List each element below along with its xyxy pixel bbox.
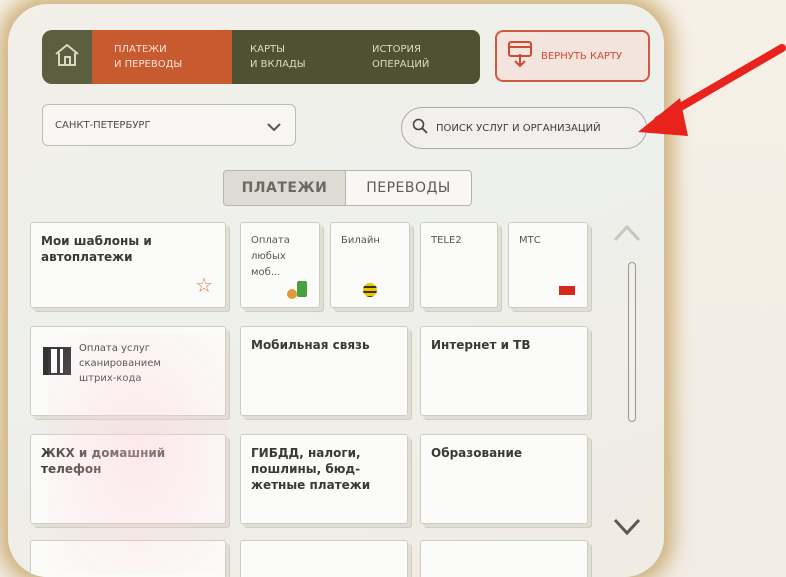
tile-housing-label: ЖКХ и домашний телефон <box>41 446 166 476</box>
tile-internet-tv[interactable]: Интернет и ТВ <box>420 326 588 416</box>
tab-history-line2: ОПЕРАЦИЙ <box>372 59 430 70</box>
tile-tele2[interactable]: TELE2 <box>420 222 498 308</box>
tile-pay-any-label: Оплата любых моб... <box>251 235 290 278</box>
phone-icon <box>297 281 307 297</box>
tab-cards[interactable]: КАРТЫ И ВКЛАДЫ <box>232 30 354 84</box>
search-input[interactable]: ПОИСК УСЛУГ И ОРГАНИЗАЦИЙ <box>401 107 647 149</box>
tile-mobile[interactable]: Мобильная связь <box>240 326 408 416</box>
tile-mts[interactable]: МТС <box>508 222 588 308</box>
tile-beeline[interactable]: Билайн <box>330 222 410 308</box>
screen-surface: ПЛАТЕЖИ И ПЕРЕВОДЫ КАРТЫ И ВКЛАДЫ ИСТОРИ… <box>8 4 664 577</box>
qr-code-icon <box>43 347 71 375</box>
tab-cards-line1: КАРТЫ <box>250 44 285 55</box>
tile-row4-1[interactable] <box>30 540 226 577</box>
tab-payments[interactable]: ПЛАТЕЖИ И ПЕРЕВОДЫ <box>92 30 232 84</box>
tile-education-label: Образование <box>431 446 523 460</box>
home-icon <box>54 43 80 71</box>
atm-photo-frame: ПЛАТЕЖИ И ПЕРЕВОДЫ КАРТЫ И ВКЛАДЫ ИСТОРИ… <box>0 0 786 577</box>
tile-qr-label: Оплата услуг сканированием штрих-кода <box>79 343 161 384</box>
scrollbar[interactable] <box>628 262 636 422</box>
tab-history-line1: ИСТОРИЯ <box>372 44 421 55</box>
tile-qr-pay[interactable]: Оплата услуг сканированием штрих-кода <box>30 326 226 416</box>
tile-beeline-label: Билайн <box>341 235 380 246</box>
tile-housing[interactable]: ЖКХ и домашний телефон <box>30 434 226 524</box>
tab-payments-line1: ПЛАТЕЖИ <box>114 44 167 55</box>
scroll-up-icon[interactable] <box>612 222 642 244</box>
tile-mts-label: МТС <box>519 235 541 246</box>
return-card-label: ВЕРНУТЬ КАРТУ <box>541 50 623 62</box>
card-return-icon <box>507 40 533 72</box>
city-value: САНКТ-ПЕТЕРБУРГ <box>55 119 151 131</box>
tile-row4-3[interactable] <box>420 540 588 577</box>
scroll-down-icon[interactable] <box>612 516 642 538</box>
tile-education[interactable]: Образование <box>420 434 588 524</box>
red-arrow-icon <box>638 44 786 136</box>
tile-pay-any-mobile[interactable]: Оплата любых моб... <box>240 222 320 308</box>
mts-logo-icon <box>559 286 575 295</box>
star-icon: ☆ <box>195 273 213 297</box>
search-placeholder: ПОИСК УСЛУГ И ОРГАНИЗАЦИЙ <box>436 122 601 134</box>
tile-internet-label: Интернет и ТВ <box>431 338 531 352</box>
tile-gibdd-label: ГИБДД, налоги, пошлины, бюд- жетные плат… <box>251 446 371 492</box>
return-card-button[interactable]: ВЕРНУТЬ КАРТУ <box>495 30 650 82</box>
top-nav: ПЛАТЕЖИ И ПЕРЕВОДЫ КАРТЫ И ВКЛАДЫ ИСТОРИ… <box>42 30 480 84</box>
tab-payments-line2: И ПЕРЕВОДЫ <box>114 59 183 70</box>
tile-mobile-label: Мобильная связь <box>251 338 370 352</box>
tile-row4-2[interactable] <box>240 540 408 577</box>
tile-gibdd-taxes[interactable]: ГИБДД, налоги, пошлины, бюд- жетные плат… <box>240 434 408 524</box>
segment-transfers[interactable]: ПЕРЕВОДЫ <box>346 170 472 206</box>
beeline-logo-icon <box>363 283 377 297</box>
home-button[interactable] <box>42 30 92 84</box>
tile-tele2-label: TELE2 <box>431 235 462 246</box>
coin-icon <box>287 289 297 299</box>
chevron-down-icon <box>267 116 281 135</box>
tab-history[interactable]: ИСТОРИЯ ОПЕРАЦИЙ <box>354 30 480 84</box>
atm-screen: ПЛАТЕЖИ И ПЕРЕВОДЫ КАРТЫ И ВКЛАДЫ ИСТОРИ… <box>8 4 664 577</box>
tab-cards-line2: И ВКЛАДЫ <box>250 59 306 70</box>
tile-templates[interactable]: Мои шаблоны и автоплатежи ☆ <box>30 222 226 308</box>
payments-transfers-switch: ПЛАТЕЖИ ПЕРЕВОДЫ <box>223 170 472 206</box>
search-icon <box>412 118 428 138</box>
city-select[interactable]: САНКТ-ПЕТЕРБУРГ <box>42 104 296 146</box>
tile-templates-label: Мои шаблоны и автоплатежи <box>41 234 152 264</box>
segment-payments[interactable]: ПЛАТЕЖИ <box>223 170 346 206</box>
